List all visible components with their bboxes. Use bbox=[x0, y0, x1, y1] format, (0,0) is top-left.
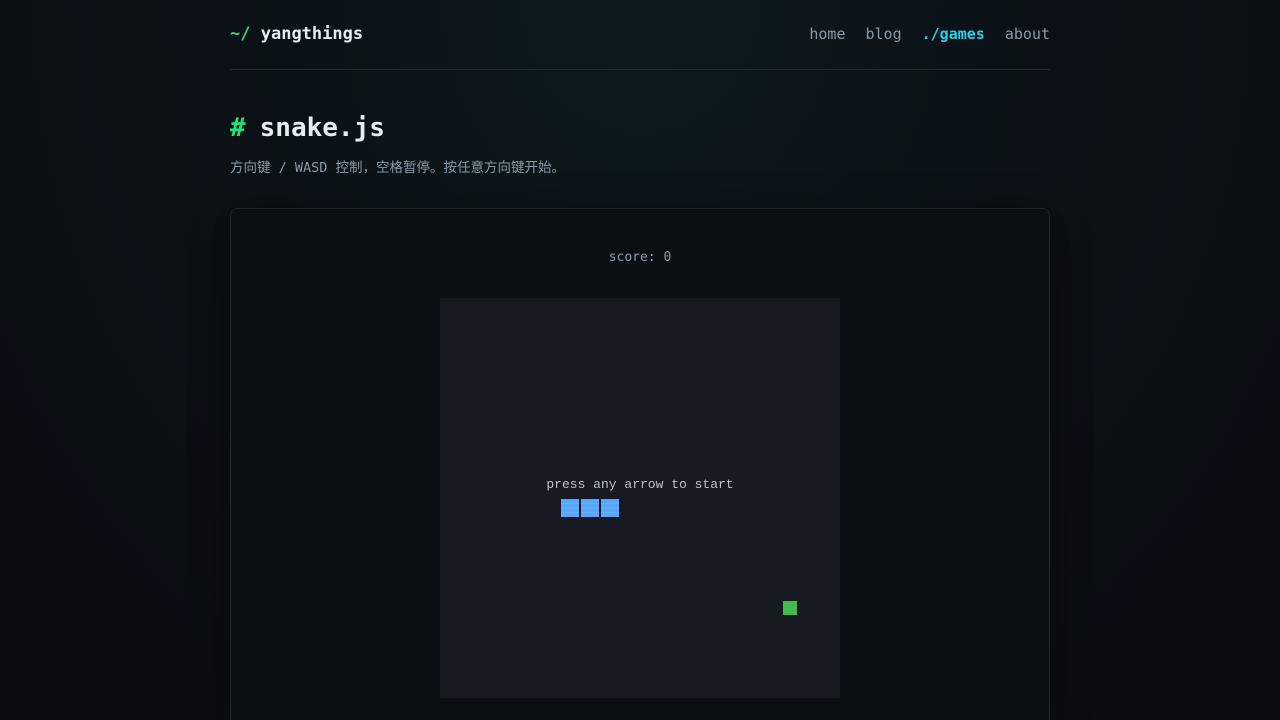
logo-prefix: ~/ bbox=[230, 23, 251, 44]
page-title: # snake.js bbox=[230, 111, 1050, 145]
site-header: ~/ yangthings home blog ./games about bbox=[230, 0, 1050, 70]
title-text: snake.js bbox=[259, 113, 385, 143]
game-board[interactable]: press any arrow to start bbox=[440, 298, 840, 698]
logo-name: yangthings bbox=[260, 23, 364, 44]
page-description: 方向键 / WASD 控制，空格暂停。按任意方向键开始。 bbox=[230, 160, 566, 176]
snake bbox=[561, 499, 619, 517]
food-item bbox=[783, 601, 797, 615]
score-display: score: 0 bbox=[608, 250, 672, 265]
nav-games[interactable]: ./games bbox=[922, 25, 985, 43]
site-logo[interactable]: ~/ yangthings bbox=[230, 24, 363, 44]
nav-home[interactable]: home bbox=[809, 25, 845, 43]
page-container: ~/ yangthings home blog ./games about # s… bbox=[230, 0, 1050, 720]
food-layer bbox=[783, 601, 797, 615]
game-canvas[interactable]: press any arrow to start bbox=[440, 298, 840, 698]
start-hint: press any arrow to start bbox=[546, 477, 733, 492]
nav-about[interactable]: about bbox=[1005, 25, 1050, 43]
title-hash: # bbox=[230, 113, 246, 143]
nav-blog[interactable]: blog bbox=[866, 25, 902, 43]
game-panel: score: 0 press any arrow to start bbox=[230, 208, 1050, 720]
main-nav: home blog ./games about bbox=[809, 25, 1050, 43]
